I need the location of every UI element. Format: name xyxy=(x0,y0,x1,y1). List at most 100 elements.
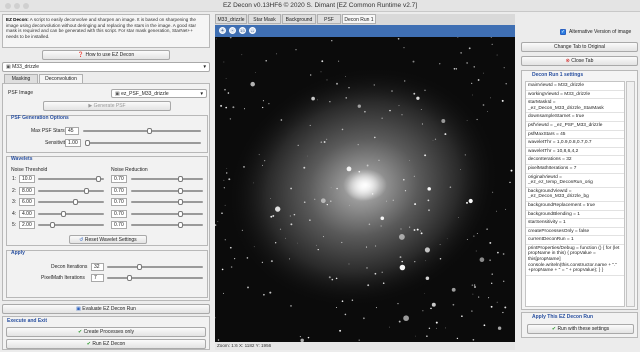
slider-knob[interactable] xyxy=(96,176,101,182)
zoom-1to1-icon[interactable]: 1:1 xyxy=(239,27,246,34)
noise-reduction-input[interactable]: 0.70 xyxy=(111,221,127,229)
noise-reduction-slider[interactable] xyxy=(131,199,203,205)
noise-threshold-input[interactable]: 2.00 xyxy=(19,221,35,229)
settings-group: Decon Run 1 settings mainViewId = M33_dr… xyxy=(521,70,638,310)
run-ez-decon-button[interactable]: ✔ Run EZ Decon xyxy=(6,339,206,349)
noise-threshold-input[interactable]: 6.00 xyxy=(19,198,35,206)
slider-knob[interactable] xyxy=(85,140,90,146)
max-psf-stars-slider[interactable] xyxy=(83,128,201,134)
change-tab-button[interactable]: Change Tab to Original xyxy=(521,42,638,52)
apply-title: Apply xyxy=(11,250,25,256)
slider-knob[interactable] xyxy=(73,199,78,205)
noise-reduction-input[interactable]: 0.70 xyxy=(111,175,127,183)
tab-deconvolution[interactable]: Deconvolution xyxy=(39,74,83,83)
noise-reduction-slider[interactable] xyxy=(131,210,203,217)
title-bar: EZ Decon v0.13HF6 © 2020 S. Dimant [EZ C… xyxy=(0,0,640,12)
settings-line: starSensitivity = 1 xyxy=(526,219,624,228)
image-select-value: M33_drizzle xyxy=(12,64,40,70)
how-to-use-button[interactable]: ❓ How to use EZ Decon xyxy=(42,50,170,60)
noise-threshold-input[interactable]: 8.00 xyxy=(19,186,35,195)
evaluate-label: Evaluate EZ Decon Run xyxy=(82,306,136,312)
slider-knob[interactable] xyxy=(127,275,132,281)
zoom-in-icon[interactable]: + xyxy=(219,27,226,34)
settings-title: Decon Run 1 settings xyxy=(532,72,584,78)
alternative-version-label: Alternative Version of image xyxy=(569,29,632,35)
create-processes-button[interactable]: ✔ Create Processes only xyxy=(6,327,206,337)
psf-image-select[interactable]: ▣ ez_PSF_M33_drizzle ▼ xyxy=(111,89,207,98)
noise-reduction-slider[interactable] xyxy=(131,187,203,194)
viewer-toolbar: + - 1:1 ↔ xyxy=(215,25,515,37)
deconvolution-panel: PSF Image ▣ ez_PSF_M33_drizzle ▼ ▶ Genera… xyxy=(2,83,210,301)
create-processes-label: Create Processes only xyxy=(83,329,134,335)
app-window: EZ Decon v0.13HF6 © 2020 S. Dimant [EZ C… xyxy=(0,0,640,352)
evaluate-icon: ▣ xyxy=(76,306,81,312)
viewer-tab[interactable]: Background xyxy=(282,14,316,24)
slider-knob[interactable] xyxy=(84,187,89,194)
fit-icon[interactable]: ↔ xyxy=(249,27,256,34)
noise-threshold-slider[interactable] xyxy=(38,222,104,228)
galaxy-image[interactable] xyxy=(215,37,515,342)
settings-scrollbar[interactable] xyxy=(626,81,635,307)
evaluate-button[interactable]: ▣ Evaluate EZ Decon Run xyxy=(2,304,210,314)
chevron-down-icon: ▼ xyxy=(202,64,207,69)
noise-threshold-slider[interactable] xyxy=(38,176,104,182)
noise-threshold-slider[interactable] xyxy=(38,187,104,194)
noise-reduction-input[interactable]: 0.70 xyxy=(111,186,127,195)
chevron-down-icon: ▼ xyxy=(199,91,204,96)
slider-knob[interactable] xyxy=(50,222,55,228)
alternative-version-checkbox[interactable]: ✓ xyxy=(560,29,566,35)
slider-knob[interactable] xyxy=(147,128,152,134)
wavelet-layer-index: 1: xyxy=(12,176,17,182)
noise-reduction-input[interactable]: 0.70 xyxy=(111,198,127,206)
noise-reduction-slider[interactable] xyxy=(131,176,203,182)
pixelmath-iterations-slider[interactable] xyxy=(107,275,203,281)
settings-line: backgroundReplacement = true xyxy=(526,202,624,211)
viewer-tab[interactable]: M33_drizzle xyxy=(215,14,247,24)
slider-knob[interactable] xyxy=(61,210,66,217)
psf-options-group: PSF Generation Options Max PSF Stars 45 … xyxy=(6,115,208,153)
noise-threshold-input[interactable]: 10.0 xyxy=(19,175,35,183)
sensitivity-slider[interactable] xyxy=(85,140,201,146)
close-tab-button[interactable]: ⊗ Close Tab xyxy=(521,56,638,66)
run-with-settings-button[interactable]: ✔ Run with these settings xyxy=(527,324,634,334)
slider-knob[interactable] xyxy=(178,176,183,182)
image-select[interactable]: ▣ M33_drizzle ▼ xyxy=(2,62,210,72)
wavelets-title: Wavelets xyxy=(11,156,33,162)
description-text: A script to easily deconvolve and sharpe… xyxy=(6,17,196,39)
slider-knob[interactable] xyxy=(178,222,183,228)
noise-threshold-slider[interactable] xyxy=(38,199,104,205)
decon-iterations-slider[interactable] xyxy=(107,264,203,270)
slider-knob[interactable] xyxy=(178,187,183,194)
pixelmath-iterations-label: PixelMath Iterations xyxy=(41,275,85,281)
reset-wavelet-button[interactable]: ↺ Reset Wavelet Settings xyxy=(69,235,147,244)
psf-image-label: PSF Image xyxy=(8,90,34,96)
viewer-tab[interactable]: PSF xyxy=(317,14,341,24)
play-icon: ▶ xyxy=(88,103,93,109)
psf-options-title: PSF Generation Options xyxy=(11,115,69,121)
noise-reduction-input[interactable]: 0.70 xyxy=(111,209,127,218)
zoom-out-icon[interactable]: - xyxy=(229,27,236,34)
max-psf-stars-input[interactable]: 45 xyxy=(65,127,79,135)
slider-knob[interactable] xyxy=(178,199,183,205)
left-panel: EZ Decon: A script to easily deconvolve … xyxy=(2,14,210,350)
slider-knob[interactable] xyxy=(137,264,142,270)
close-window-button[interactable] xyxy=(5,3,11,9)
tab-masking[interactable]: Masking xyxy=(4,74,38,83)
viewer-tab[interactable]: Decon Run 1 xyxy=(342,14,376,24)
settings-line: waveletThr = 10,8,6,4,2 xyxy=(526,148,624,157)
viewer-tab[interactable]: Star Mask xyxy=(248,14,281,24)
slider-knob[interactable] xyxy=(178,210,183,217)
decon-iterations-input[interactable]: 32 xyxy=(91,263,104,271)
reset-wavelet-label: Reset Wavelet Settings xyxy=(84,237,137,243)
noise-threshold-slider[interactable] xyxy=(38,210,104,217)
minimize-window-button[interactable] xyxy=(14,3,20,9)
pixelmath-iterations-input[interactable]: 7 xyxy=(91,274,104,282)
noise-threshold-input[interactable]: 4.00 xyxy=(19,209,35,218)
settings-line: psfMaxStars = 45 xyxy=(526,131,624,140)
generate-psf-button[interactable]: ▶ Generate PSF xyxy=(43,101,171,111)
image-icon: ▣ xyxy=(115,91,120,97)
sensitivity-input[interactable]: 1.00 xyxy=(65,139,81,147)
noise-reduction-slider[interactable] xyxy=(131,222,203,228)
zoom-window-button[interactable] xyxy=(23,3,29,9)
wavelet-layer-index: 3: xyxy=(12,199,17,205)
